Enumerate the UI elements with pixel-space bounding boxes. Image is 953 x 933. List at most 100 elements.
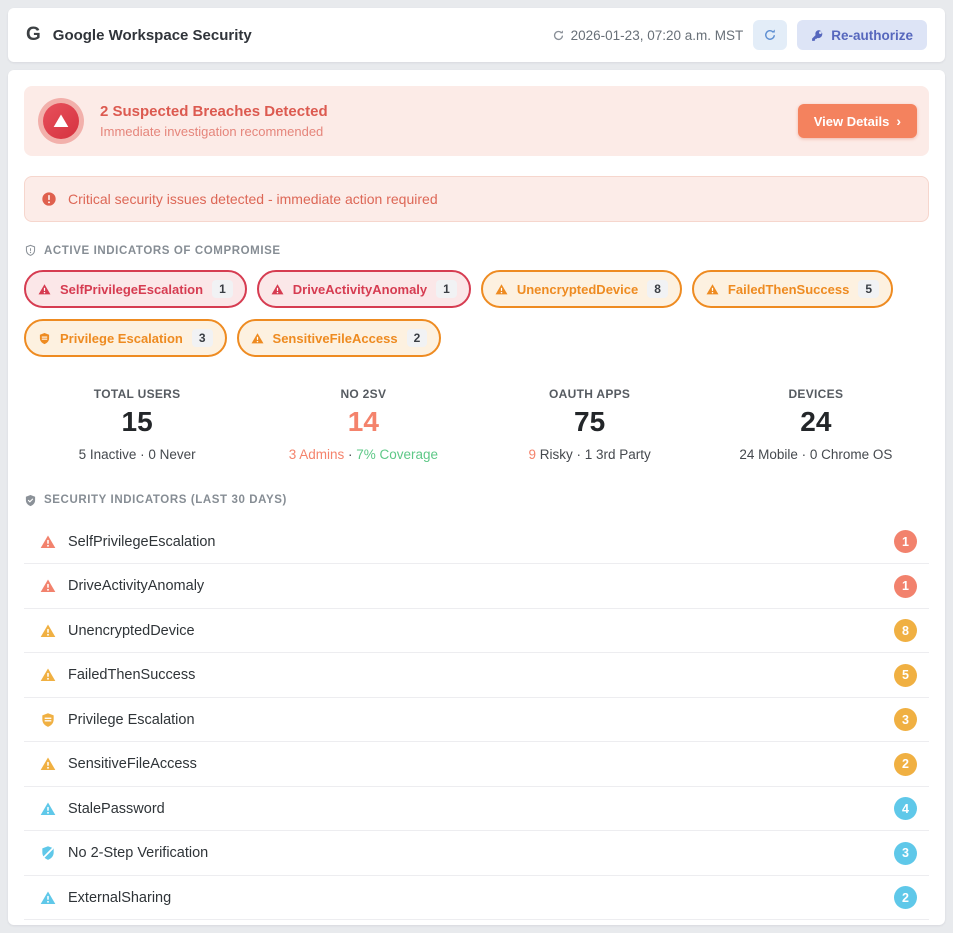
stat-label: OAUTH APPS <box>477 387 703 401</box>
shield-off-icon <box>40 845 56 861</box>
warning-triangle-icon <box>251 332 264 345</box>
stat-sub-part: 9 <box>528 447 536 462</box>
indicator-label: ExternalSharing <box>68 890 882 906</box>
stat-value: 14 <box>250 407 476 438</box>
stat-sub-part: 7% Coverage <box>356 447 438 462</box>
stat-sub-part: Risky · 1 3rd Party <box>536 447 651 462</box>
refresh-button[interactable] <box>753 20 787 50</box>
ioc-pill-count: 3 <box>192 329 213 347</box>
indicator-row[interactable]: StalePassword 4 <box>24 787 929 832</box>
indicator-count-badge: 1 <box>894 575 917 598</box>
ioc-pill-label: FailedThenSuccess <box>728 282 849 297</box>
ioc-pill-count: 1 <box>436 280 457 298</box>
indicator-count-badge: 4 <box>894 797 917 820</box>
ioc-pill[interactable]: Privilege Escalation 3 <box>24 319 227 357</box>
stat-value: 75 <box>477 407 703 438</box>
indicator-label: SensitiveFileAccess <box>68 756 882 772</box>
indicator-label: SelfPrivilegeEscalation <box>68 534 882 550</box>
stat-sub: 3 Admins · 7% Coverage <box>250 447 476 462</box>
stat-sub: 5 Inactive · 0 Never <box>24 447 250 462</box>
app-title: Google Workspace Security <box>53 27 252 44</box>
last-sync: 2026-01-23, 07:20 a.m. MST <box>552 28 744 43</box>
indicator-row[interactable]: ExternalSharing 2 <box>24 876 929 921</box>
breach-alert-banner: 2 Suspected Breaches Detected Immediate … <box>24 86 929 156</box>
warning-triangle-icon <box>40 890 56 906</box>
warning-triangle-icon <box>40 534 56 550</box>
stat-sub-part: 24 Mobile · 0 Chrome OS <box>739 447 892 462</box>
ioc-pill-count: 8 <box>647 280 668 298</box>
critical-message: Critical security issues detected - imme… <box>68 191 438 207</box>
ioc-pill-label: Privilege Escalation <box>60 331 183 346</box>
breach-subtitle: Immediate investigation recommended <box>100 124 782 139</box>
shield-check-icon <box>24 494 37 507</box>
stat-sub-part: · <box>344 447 356 462</box>
reauthorize-label: Re-authorize <box>831 28 913 43</box>
key-icon <box>811 29 824 42</box>
ioc-pill[interactable]: DriveActivityAnomaly 1 <box>257 270 471 308</box>
google-logo-icon: G <box>26 24 41 46</box>
stat-sub-part: 5 Inactive · 0 Never <box>79 447 196 462</box>
stat-value: 15 <box>24 407 250 438</box>
page: G Google Workspace Security 2026-01-23, … <box>0 8 953 925</box>
view-details-button[interactable]: View Details › <box>798 104 917 138</box>
view-details-label: View Details <box>814 114 890 129</box>
warning-triangle-icon <box>271 283 284 296</box>
indicator-label: FailedThenSuccess <box>68 667 882 683</box>
indicator-count-badge: 3 <box>894 708 917 731</box>
ioc-pill-label: SelfPrivilegeEscalation <box>60 282 203 297</box>
sync-icon <box>552 29 565 42</box>
stat-card: OAUTH APPS 75 9 Risky · 1 3rd Party <box>477 387 703 462</box>
stats-row: TOTAL USERS 15 5 Inactive · 0 Never NO 2… <box>24 387 929 462</box>
refresh-icon <box>763 28 777 42</box>
app-identity: G Google Workspace Security <box>26 24 252 46</box>
ioc-pill[interactable]: FailedThenSuccess 5 <box>692 270 893 308</box>
indicator-row[interactable]: No 2-Step Verification 3 <box>24 831 929 876</box>
stat-sub-part: 3 Admins <box>289 447 345 462</box>
ioc-pill-label: DriveActivityAnomaly <box>293 282 427 297</box>
security-indicators-header: SECURITY INDICATORS (LAST 30 DAYS) <box>24 494 929 507</box>
warning-triangle-icon <box>40 801 56 817</box>
warning-triangle-icon <box>706 283 719 296</box>
stat-label: TOTAL USERS <box>24 387 250 401</box>
indicator-row[interactable]: SelfPrivilegeEscalation 1 <box>24 520 929 565</box>
alert-circle-icon <box>41 191 57 207</box>
indicator-count-badge: 2 <box>894 753 917 776</box>
ioc-pill[interactable]: SensitiveFileAccess 2 <box>237 319 442 357</box>
last-sync-text: 2026-01-23, 07:20 a.m. MST <box>571 28 744 43</box>
indicator-label: UnencryptedDevice <box>68 623 882 639</box>
ioc-pill-count: 2 <box>407 329 428 347</box>
reauthorize-button[interactable]: Re-authorize <box>797 20 927 50</box>
warning-triangle-icon <box>40 623 56 639</box>
stat-sub: 9 Risky · 1 3rd Party <box>477 447 703 462</box>
shield-alert-icon <box>24 244 37 257</box>
indicator-count-badge: 1 <box>894 530 917 553</box>
topbar-actions: 2026-01-23, 07:20 a.m. MST Re-authorize <box>552 20 927 50</box>
indicator-row[interactable]: FailedThenSuccess 5 <box>24 653 929 698</box>
indicator-row[interactable]: DriveActivityAnomaly 1 <box>24 564 929 609</box>
shield-icon <box>40 712 56 728</box>
ioc-pill-list: SelfPrivilegeEscalation 1 DriveActivityA… <box>24 270 929 357</box>
active-indicators-title: ACTIVE INDICATORS OF COMPROMISE <box>44 245 281 257</box>
indicator-count-badge: 3 <box>894 842 917 865</box>
stat-label: DEVICES <box>703 387 929 401</box>
indicator-row[interactable]: SensitiveFileAccess 2 <box>24 742 929 787</box>
stat-label: NO 2SV <box>250 387 476 401</box>
warning-triangle-icon <box>40 578 56 594</box>
stat-sub: 24 Mobile · 0 Chrome OS <box>703 447 929 462</box>
indicator-label: DriveActivityAnomaly <box>68 578 882 594</box>
chevron-right-icon: › <box>896 113 901 129</box>
active-indicators-header: ACTIVE INDICATORS OF COMPROMISE <box>24 244 929 257</box>
indicator-row[interactable]: Privilege Escalation 3 <box>24 698 929 743</box>
warning-triangle-icon <box>40 667 56 683</box>
critical-issues-banner: Critical security issues detected - imme… <box>24 176 929 222</box>
indicator-row[interactable]: UnencryptedDevice 8 <box>24 609 929 654</box>
stat-value: 24 <box>703 407 929 438</box>
main-card: 2 Suspected Breaches Detected Immediate … <box>8 70 945 925</box>
alert-triangle-icon <box>53 113 69 129</box>
warning-triangle-icon <box>40 756 56 772</box>
ioc-pill[interactable]: UnencryptedDevice 8 <box>481 270 682 308</box>
stat-card: DEVICES 24 24 Mobile · 0 Chrome OS <box>703 387 929 462</box>
indicator-count-badge: 5 <box>894 664 917 687</box>
indicator-list: SelfPrivilegeEscalation 1 DriveActivityA… <box>24 520 929 921</box>
ioc-pill[interactable]: SelfPrivilegeEscalation 1 <box>24 270 247 308</box>
